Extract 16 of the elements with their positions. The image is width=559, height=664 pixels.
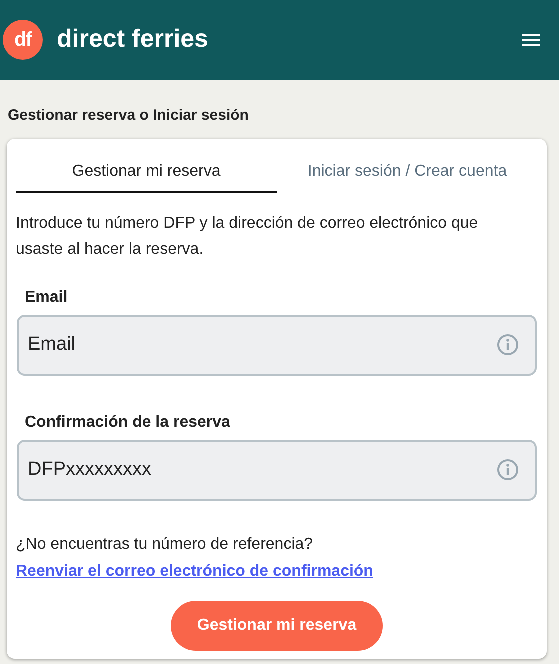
input-field[interactable]: Email [17,314,537,376]
menu-icon[interactable] [522,33,540,47]
input-field[interactable]: DFPxxxxxxxxx [17,440,537,500]
intro-text: Introduce tu número DFP y la dirección de correo electrónico que usaste al hacer la reserva. [16,214,480,260]
info-icon[interactable] [497,458,519,480]
brand-name: direct ferries [57,24,208,56]
field-label: Email [25,288,69,308]
submit-button[interactable]: Gestionar mi reserva [171,600,383,650]
tab[interactable]: Iniciar sesión / Crear cuenta [277,152,538,192]
logo-icon[interactable]: df [3,20,43,60]
resend-link[interactable]: Reenviar el correo electrónico de confirmación [16,562,374,580]
page-title: Gestionar reserva o Iniciar sesión [8,106,250,126]
help-text: ¿No encuentras tu número de referencia? Reenviar el correo electrónico de confirmación [16,534,374,582]
field-label: Confirmación de la reserva [25,412,232,432]
tab[interactable]: Gestionar mi reserva [16,152,277,192]
info-icon[interactable] [497,334,519,356]
